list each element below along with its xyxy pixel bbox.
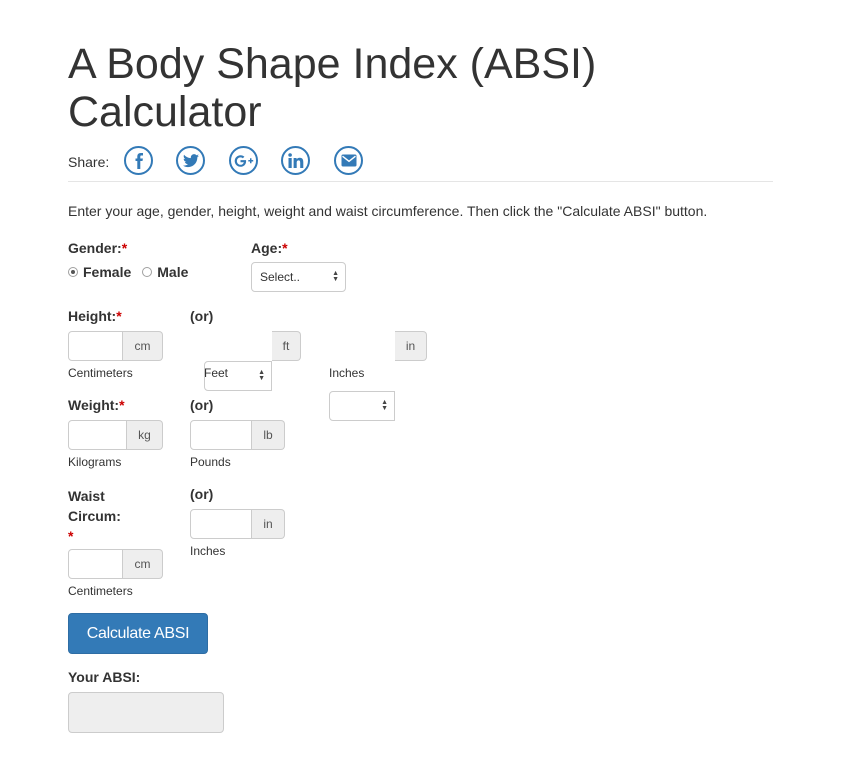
weight-lb-addon: lb <box>252 420 285 450</box>
share-label: Share: <box>68 154 110 170</box>
weight-kg-addon: kg <box>127 420 163 450</box>
height-in-addon: in <box>395 331 427 361</box>
weight-kg-input[interactable] <box>68 420 127 450</box>
waist-label-line1: Waist <box>68 488 105 504</box>
waist-cm-addon: cm <box>123 549 163 579</box>
facebook-icon[interactable] <box>124 146 153 175</box>
required-marker: * <box>68 528 74 544</box>
height-or-label: (or) <box>190 308 214 324</box>
required-marker: * <box>119 397 125 413</box>
weight-label-text: Weight: <box>68 397 120 413</box>
height-in-caption: Inches <box>329 366 365 380</box>
gender-label-text: Gender: <box>68 240 122 256</box>
height-label-text: Height: <box>68 308 117 324</box>
age-label: Age:* <box>251 240 288 256</box>
email-icon[interactable] <box>334 146 363 175</box>
absi-result-field <box>68 692 224 733</box>
calculate-absi-button[interactable]: Calculate ABSI <box>68 613 208 654</box>
height-cm-addon: cm <box>123 331 163 361</box>
radio-male-label[interactable]: Male <box>157 264 188 280</box>
instructions-text: Enter your age, gender, height, weight a… <box>68 203 708 219</box>
google-plus-icon[interactable] <box>229 146 258 175</box>
weight-lb-input[interactable] <box>190 420 252 450</box>
radio-female-label[interactable]: Female <box>83 264 131 280</box>
required-marker: * <box>282 240 288 256</box>
waist-or-label: (or) <box>190 486 214 502</box>
waist-cm-input[interactable] <box>68 549 123 579</box>
height-label: Height:* <box>68 308 122 324</box>
radio-male[interactable] <box>142 267 153 277</box>
age-label-text: Age: <box>251 240 283 256</box>
height-cm-input[interactable] <box>68 331 123 361</box>
waist-label: Waist Circum: * <box>68 486 121 546</box>
height-ft-addon: ft <box>272 331 301 361</box>
result-label: Your ABSI: <box>68 669 141 685</box>
select-arrows-icon: ▲ ▼ <box>258 369 265 382</box>
required-marker: * <box>116 308 122 324</box>
weight-kg-caption: Kilograms <box>68 455 122 469</box>
required-marker: * <box>121 240 128 256</box>
waist-label-line2: Circum: <box>68 508 121 524</box>
gender-options: Female Male <box>68 264 188 280</box>
height-in-select[interactable]: ▲ ▼ <box>329 391 395 421</box>
age-select[interactable]: Select.. ▲ ▼ <box>251 262 346 292</box>
weight-or-label: (or) <box>190 397 214 413</box>
linkedin-icon[interactable] <box>281 146 310 175</box>
waist-in-input[interactable] <box>190 509 252 539</box>
weight-label: Weight:* <box>68 397 125 413</box>
height-cm-caption: Centimeters <box>68 366 133 380</box>
radio-female[interactable] <box>68 267 78 277</box>
height-ft-caption: Feet <box>204 366 229 380</box>
select-arrows-icon: ▲ ▼ <box>332 270 339 283</box>
waist-cm-caption: Centimeters <box>68 584 133 598</box>
age-select-value: Select.. <box>260 270 301 284</box>
waist-in-addon: in <box>252 509 285 539</box>
page-title: A Body Shape Index (ABSI) Calculator <box>68 40 597 136</box>
select-arrows-icon: ▲ ▼ <box>381 399 388 412</box>
weight-lb-caption: Pounds <box>190 455 231 469</box>
twitter-icon[interactable] <box>176 146 205 175</box>
divider <box>68 181 773 182</box>
gender-label: Gender:* <box>68 240 127 256</box>
waist-in-caption: Inches <box>190 544 226 558</box>
